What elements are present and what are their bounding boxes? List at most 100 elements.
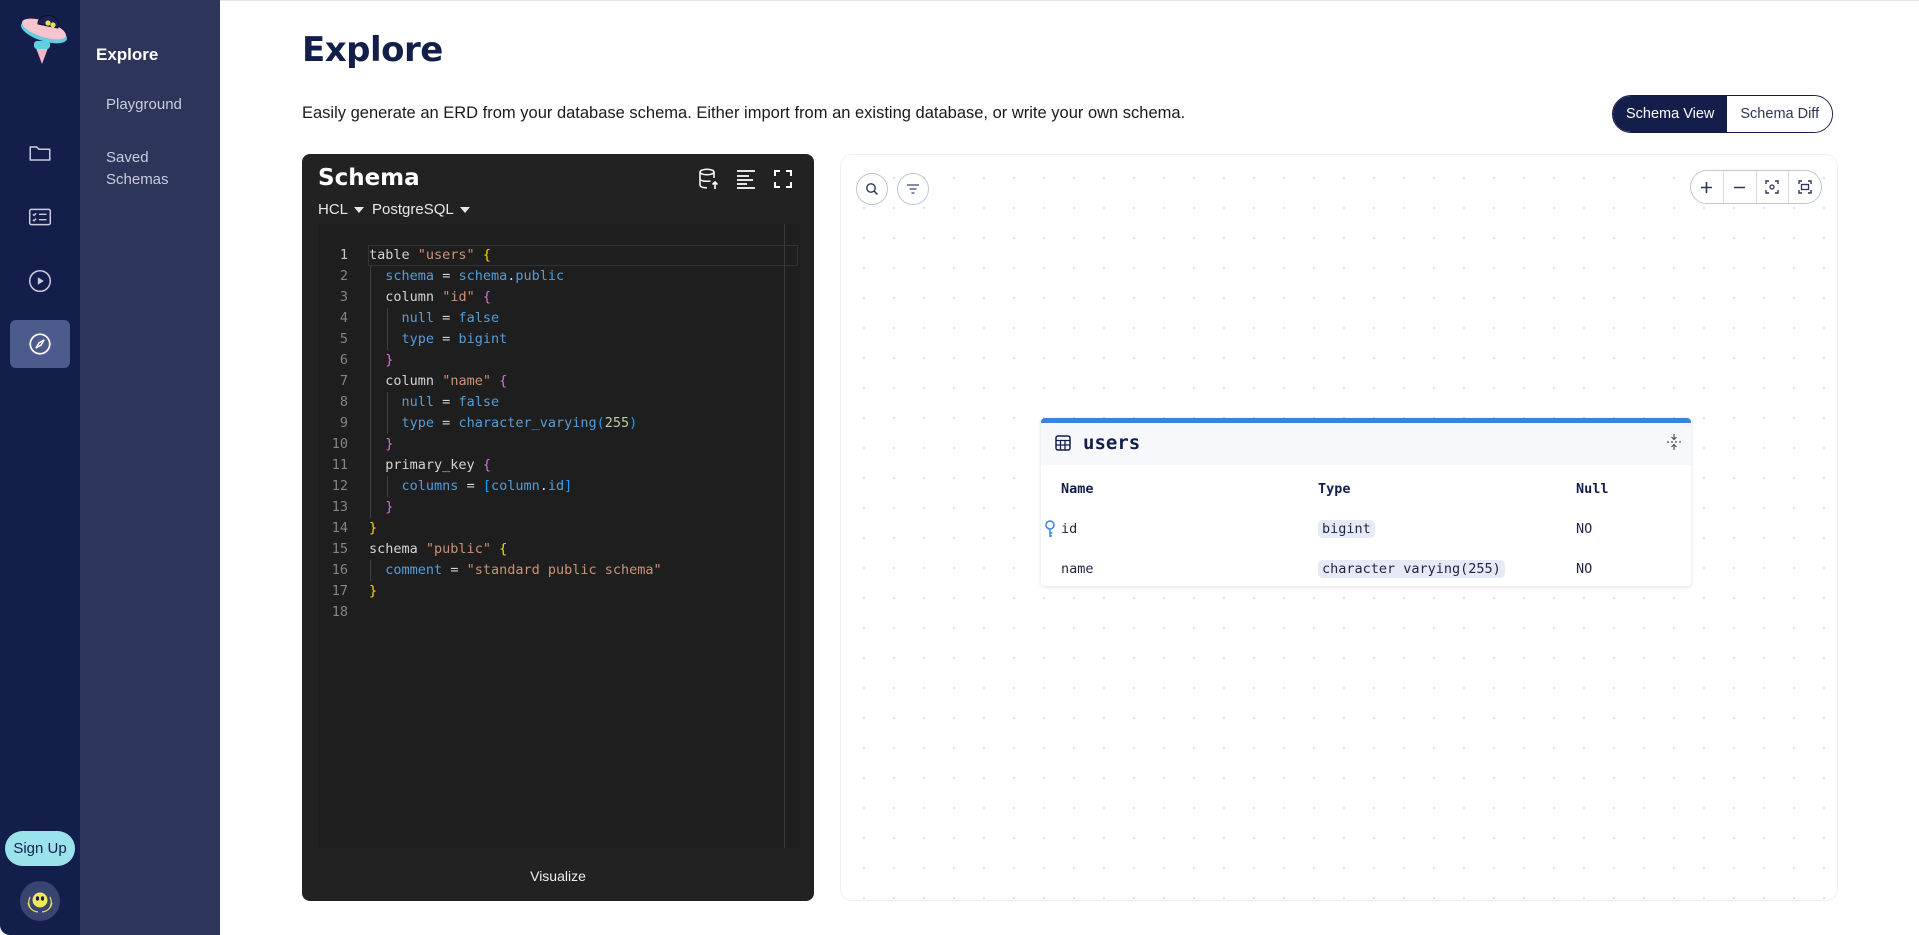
icon-rail: Sign Up — [0, 0, 80, 935]
row-null: NO — [1576, 521, 1593, 537]
page-description: Easily generate an ERD from your databas… — [302, 104, 1186, 122]
code-text: type = character_varying(255) — [401, 415, 638, 431]
rail-item-checklist[interactable] — [10, 193, 70, 241]
zoom-in-icon — [1701, 181, 1713, 193]
collapse-icon[interactable] — [1665, 433, 1683, 451]
line-number: 14 — [331, 520, 348, 536]
table-icon — [1055, 435, 1071, 451]
row-null: NO — [1576, 561, 1593, 577]
app-root: Sign Up Explore Playground Saved Schemas… — [0, 0, 1919, 935]
line-number: 10 — [331, 436, 348, 452]
code-text: column "name" { — [385, 373, 508, 389]
import-database-button[interactable] — [696, 166, 722, 192]
row-type: bigint — [1318, 520, 1375, 538]
folder-icon — [29, 146, 51, 161]
code-text: null = false — [401, 394, 500, 410]
ufo-logo[interactable] — [12, 8, 72, 66]
line-number: 5 — [339, 331, 348, 347]
code-text: schema "public" { — [369, 541, 508, 557]
row-name: name — [1061, 561, 1094, 577]
dialect-select-value: PostgreSQL — [372, 201, 454, 218]
erd-canvas[interactable]: users Name Type Null id bigint NO name c… — [840, 154, 1838, 901]
rail-item-folders[interactable] — [10, 129, 70, 177]
format-select[interactable]: HCL — [318, 201, 365, 218]
avatar[interactable] — [20, 881, 60, 921]
fit-view-button[interactable] — [1789, 171, 1821, 203]
rail-item-runs[interactable] — [10, 257, 70, 305]
column-header-type: Type — [1318, 481, 1351, 497]
fit-view-icon — [1798, 180, 1812, 194]
explore-subnav: Explore Playground Saved Schemas — [80, 0, 220, 935]
database-import-icon — [699, 168, 719, 189]
zoom-out-button[interactable] — [1724, 171, 1757, 203]
code-editor[interactable]: 1 table "users" {2 schema = schema.public… — [318, 224, 800, 848]
code-text: null = false — [401, 310, 500, 326]
table-node-name: users — [1083, 432, 1141, 454]
play-circle-icon — [28, 269, 52, 293]
schema-diff-tab[interactable]: Schema Diff — [1727, 96, 1833, 132]
filter-icon — [907, 184, 919, 194]
schema-view-tab[interactable]: Schema View — [1613, 96, 1728, 132]
fullscreen-button[interactable] — [770, 166, 796, 192]
line-number: 2 — [339, 268, 348, 284]
visualize-button[interactable]: Visualize — [302, 868, 814, 884]
subnav-item-playground[interactable]: Playground — [106, 94, 182, 116]
line-number: 7 — [339, 373, 348, 389]
editor-title: Schema — [318, 165, 420, 191]
line-number: 13 — [331, 499, 348, 515]
focus-button[interactable] — [1757, 171, 1790, 203]
format-align-icon — [737, 170, 755, 189]
code-text: columns = [column.id] — [401, 478, 573, 494]
zoom-out-icon — [1734, 186, 1746, 188]
line-number: 8 — [339, 394, 348, 410]
code-text: column "id" { — [385, 289, 491, 305]
fullscreen-icon — [774, 170, 792, 188]
focus-icon — [1765, 180, 1780, 194]
line-number: 3 — [339, 289, 348, 305]
line-number: 15 — [331, 541, 348, 557]
table-node-users[interactable]: users Name Type Null id bigint NO name c… — [1041, 418, 1691, 586]
line-number: 11 — [331, 457, 348, 473]
line-number: 6 — [339, 352, 348, 368]
code-text: comment = "standard public schema" — [385, 562, 662, 578]
filter-button[interactable] — [897, 173, 929, 205]
subnav-item-saved-schemas[interactable]: Saved Schemas — [106, 147, 186, 191]
dialect-select[interactable]: PostgreSQL — [372, 201, 470, 218]
editor-scrollbar[interactable] — [784, 224, 785, 848]
line-number: 16 — [331, 562, 348, 578]
primary-key-icon — [1045, 520, 1055, 537]
line-number: 17 — [331, 583, 348, 599]
code-text: } — [385, 352, 394, 368]
row-name: id — [1061, 521, 1078, 537]
search-button[interactable] — [856, 173, 888, 205]
line-number: 4 — [339, 310, 348, 326]
sign-up-button[interactable]: Sign Up — [5, 831, 75, 866]
code-text: } — [369, 583, 378, 599]
column-header-name: Name — [1061, 481, 1094, 497]
search-icon — [866, 183, 879, 196]
table-node-header: users — [1041, 423, 1691, 465]
format-button[interactable] — [733, 166, 759, 192]
chevron-down-icon — [354, 206, 365, 213]
zoom-controls — [1690, 170, 1822, 204]
row-type: character varying(255) — [1318, 560, 1505, 578]
view-toggle: Schema View Schema Diff — [1612, 95, 1834, 133]
code-text: table "users" { — [369, 247, 491, 263]
chevron-down-icon — [459, 206, 470, 213]
line-number: 18 — [331, 604, 348, 620]
code-text: } — [385, 499, 394, 515]
rail-item-explore[interactable] — [10, 320, 70, 368]
code-text: primary_key { — [385, 457, 491, 473]
compass-icon — [29, 333, 51, 355]
zoom-in-button[interactable] — [1691, 171, 1724, 203]
code-text: } — [369, 520, 378, 536]
schema-editor-panel: Schema HCL PostgreSQL 1 table "users" {2 … — [302, 154, 814, 901]
top-border — [0, 0, 1919, 1]
checklist-icon — [28, 208, 52, 226]
creature-avatar-icon — [27, 892, 53, 913]
format-select-value: HCL — [318, 201, 349, 218]
code-text: type = bigint — [401, 331, 508, 347]
code-text: } — [385, 436, 394, 452]
line-number: 12 — [331, 478, 348, 494]
subnav-title: Explore — [96, 45, 159, 64]
